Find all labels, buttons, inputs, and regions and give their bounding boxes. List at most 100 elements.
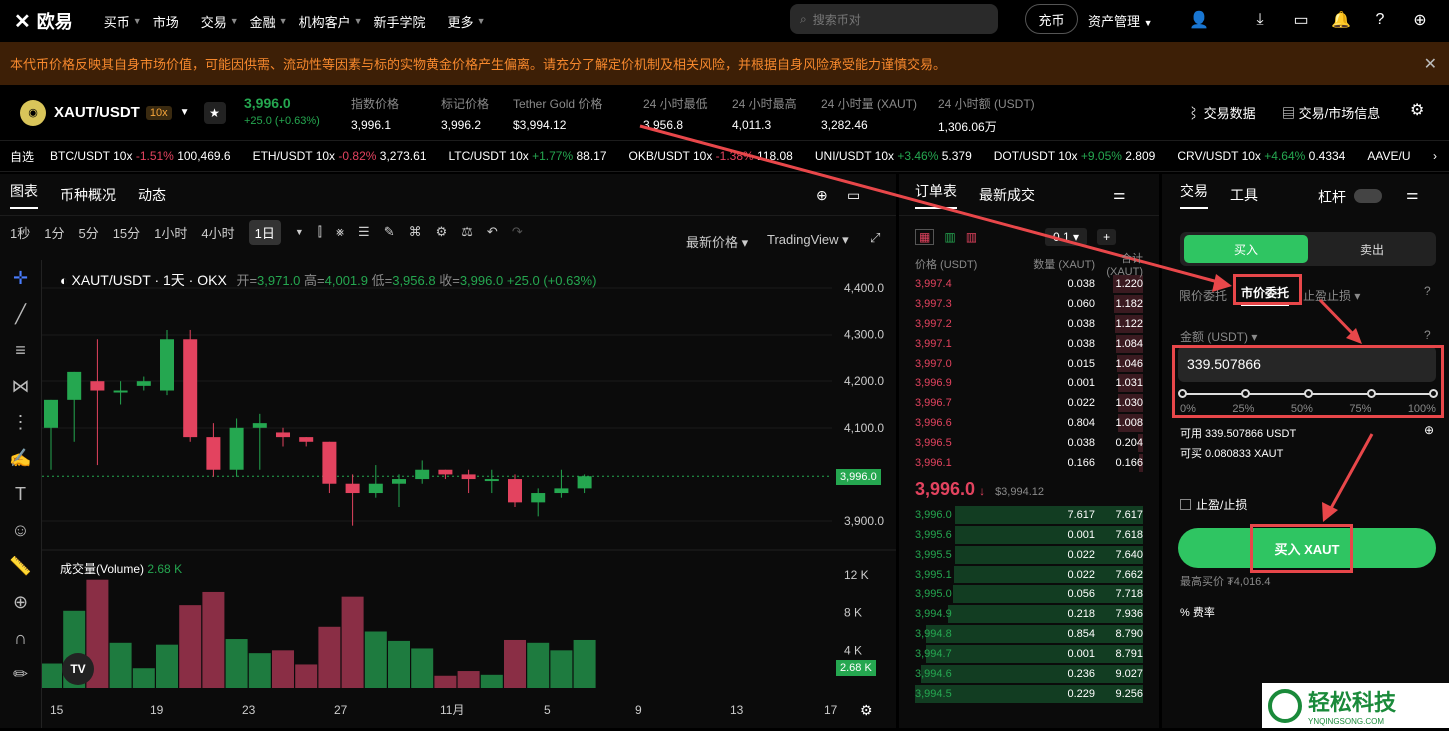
- orderbook-row[interactable]: 3,996.6 0.804 1.008: [899, 413, 1159, 433]
- tf-1d[interactable]: 1日: [248, 219, 281, 245]
- alert-icon[interactable]: ⊕: [816, 187, 828, 204]
- watch-item[interactable]: CRV/USDT 10x +4.64% 0.4334: [1177, 149, 1345, 163]
- amount-label[interactable]: 金额 (USDT) ▾: [1180, 328, 1257, 345]
- close-icon[interactable]: ✕: [1424, 54, 1437, 74]
- order-type-tpsl[interactable]: 止盈止损 ▾: [1303, 287, 1360, 304]
- market-info-button[interactable]: ▤ 交易/市场信息: [1282, 103, 1380, 122]
- orderbook-row[interactable]: 3,997.2 0.038 1.122: [899, 314, 1159, 334]
- magnet-icon[interactable]: ∩: [0, 620, 41, 656]
- orderbook-row[interactable]: 3,994.8 0.854 8.790: [899, 624, 1159, 644]
- chart-settings-icon[interactable]: ⚙: [860, 702, 873, 719]
- watch-item[interactable]: DOT/USDT 10x +9.05% 2.809: [994, 149, 1156, 163]
- fullscreen-icon[interactable]: ⤢: [870, 230, 880, 246]
- tf-1m[interactable]: 1分: [44, 223, 64, 242]
- nav-finance[interactable]: 金融: [250, 12, 276, 31]
- orderbook-row[interactable]: 3,996.0 7.617 7.617: [899, 505, 1159, 525]
- orderbook-row[interactable]: 3,995.5 0.022 7.640: [899, 545, 1159, 565]
- indicator-icon[interactable]: ⨳: [336, 224, 344, 240]
- watch-item[interactable]: OKB/USDT 10x -1.38% 118.08: [629, 149, 793, 163]
- nav-learn[interactable]: 新手学院: [374, 12, 426, 31]
- amount-input[interactable]: 339.507866: [1178, 346, 1436, 382]
- tf-1s[interactable]: 1秒: [10, 223, 30, 242]
- scale-icon[interactable]: ⚖: [461, 224, 473, 240]
- settings-icon[interactable]: ⚙: [436, 224, 448, 240]
- gear-icon[interactable]: ⚙: [1410, 100, 1424, 120]
- user-icon[interactable]: 👤: [1188, 9, 1210, 31]
- tpsl-checkbox[interactable]: 止盈/止损: [1180, 496, 1247, 513]
- tab-chart[interactable]: 图表: [10, 181, 38, 209]
- asset-menu[interactable]: 资产管理 ▼: [1088, 11, 1153, 30]
- logo[interactable]: ✕ 欧易: [14, 8, 73, 34]
- trade-data-button[interactable]: ⌇ 交易数据: [1187, 103, 1256, 122]
- text-icon[interactable]: T: [0, 476, 41, 512]
- step-select[interactable]: 0.1 ▾: [1045, 228, 1088, 246]
- tab-trade[interactable]: 交易: [1180, 181, 1208, 209]
- draw-icon[interactable]: ✎: [384, 224, 395, 240]
- star-icon[interactable]: ★: [203, 101, 226, 124]
- view-select[interactable]: TradingView ▾: [767, 232, 849, 248]
- window-icon[interactable]: ▭: [847, 187, 860, 204]
- nav-trade[interactable]: 交易: [201, 12, 227, 31]
- nav-market[interactable]: 市场: [153, 12, 179, 31]
- trendline-icon[interactable]: ╱: [0, 296, 41, 332]
- redo-icon[interactable]: ↷: [512, 224, 523, 240]
- help-icon[interactable]: ?: [1369, 9, 1391, 31]
- watch-item[interactable]: UNI/USDT 10x +3.46% 5.379: [815, 149, 972, 163]
- chevron-right-icon[interactable]: ›: [1433, 149, 1437, 163]
- tab-overview[interactable]: 币种概况: [60, 185, 116, 205]
- orderbook-row[interactable]: 3,996.7 0.022 1.030: [899, 393, 1159, 413]
- orderbook-row[interactable]: 3,997.0 0.015 1.046: [899, 354, 1159, 374]
- download-icon[interactable]: ⤓: [1249, 9, 1271, 31]
- tab-tools[interactable]: 工具: [1230, 185, 1258, 205]
- watch-item[interactable]: ETH/USDT 10x -0.82% 3,273.61: [253, 149, 427, 163]
- view-bids-icon[interactable]: ▥: [944, 230, 955, 244]
- leverage-toggle[interactable]: [1354, 189, 1382, 203]
- search-input[interactable]: ⌕ 搜索币对: [790, 4, 998, 34]
- filter-icon[interactable]: ⚌: [1406, 186, 1419, 203]
- hlines-icon[interactable]: ≡: [0, 332, 41, 368]
- view-both-icon[interactable]: ▦: [915, 229, 935, 245]
- deposit-button[interactable]: 充币: [1025, 4, 1078, 34]
- info-icon[interactable]: ?: [1424, 328, 1431, 342]
- watch-item[interactable]: BTC/USDT 10x -1.51% 100,469.6: [50, 149, 231, 163]
- orderbook-row[interactable]: 3,996.5 0.038 0.204: [899, 433, 1159, 453]
- crosshair-icon[interactable]: ✛: [0, 260, 41, 296]
- pencil-icon[interactable]: ✏: [0, 656, 41, 692]
- undo-icon[interactable]: ↶: [487, 224, 498, 240]
- chevron-down-icon[interactable]: ▼: [295, 227, 304, 237]
- sell-tab[interactable]: 卖出: [1312, 235, 1432, 263]
- zoom-icon[interactable]: ⊕: [0, 584, 41, 620]
- message-icon[interactable]: ▭: [1290, 9, 1312, 31]
- orderbook-row[interactable]: 3,995.6 0.001 7.618: [899, 525, 1159, 545]
- tab-orderbook[interactable]: 订单表: [915, 181, 957, 209]
- orderbook-row[interactable]: 3,997.4 0.038 1.220: [899, 274, 1159, 294]
- globe-icon[interactable]: ⊕: [1409, 9, 1431, 31]
- orderbook-row[interactable]: 3,994.6 0.236 9.027: [899, 664, 1159, 684]
- nav-institution[interactable]: 机构客户: [299, 12, 351, 31]
- price-type-select[interactable]: 最新价格 ▾: [686, 232, 748, 251]
- tab-news[interactable]: 动态: [138, 185, 166, 205]
- pair-name[interactable]: XAUT/USDT: [54, 104, 140, 121]
- bell-icon[interactable]: 🔔: [1330, 9, 1352, 31]
- nav-more[interactable]: 更多: [448, 12, 474, 31]
- plus-circle-icon[interactable]: ⊕: [1424, 423, 1434, 437]
- tf-4h[interactable]: 4小时: [201, 223, 234, 242]
- emoji-icon[interactable]: ☺: [0, 512, 41, 548]
- filter-icon[interactable]: ⚌: [1113, 186, 1126, 203]
- orderbook-row[interactable]: 3,995.1 0.022 7.662: [899, 565, 1159, 585]
- chevron-down-icon[interactable]: ▼: [180, 107, 190, 118]
- orderbook-row[interactable]: 3,997.3 0.060 1.182: [899, 294, 1159, 314]
- brush-icon[interactable]: ✍: [0, 440, 41, 476]
- ruler-icon[interactable]: 📏: [0, 548, 41, 584]
- amount-slider[interactable]: [1178, 389, 1438, 398]
- candle-type-icon[interactable]: ⫿: [318, 224, 322, 240]
- buy-tab[interactable]: 买入: [1184, 235, 1308, 263]
- candlestick-chart[interactable]: 4,400.0 4,300.0 4,200.0 4,100.0 3,900.0 12 K 8…: [40, 260, 896, 728]
- view-asks-icon[interactable]: ▥: [966, 230, 977, 244]
- watch-item[interactable]: AAVE/U: [1367, 149, 1410, 163]
- pattern-icon[interactable]: ⋈: [0, 368, 41, 404]
- plus-icon[interactable]: +: [1097, 229, 1117, 245]
- nav-buy-crypto[interactable]: 买币: [104, 12, 130, 31]
- orderbook-row[interactable]: 3,995.0 0.056 7.718: [899, 584, 1159, 604]
- info-icon[interactable]: ?: [1424, 284, 1431, 298]
